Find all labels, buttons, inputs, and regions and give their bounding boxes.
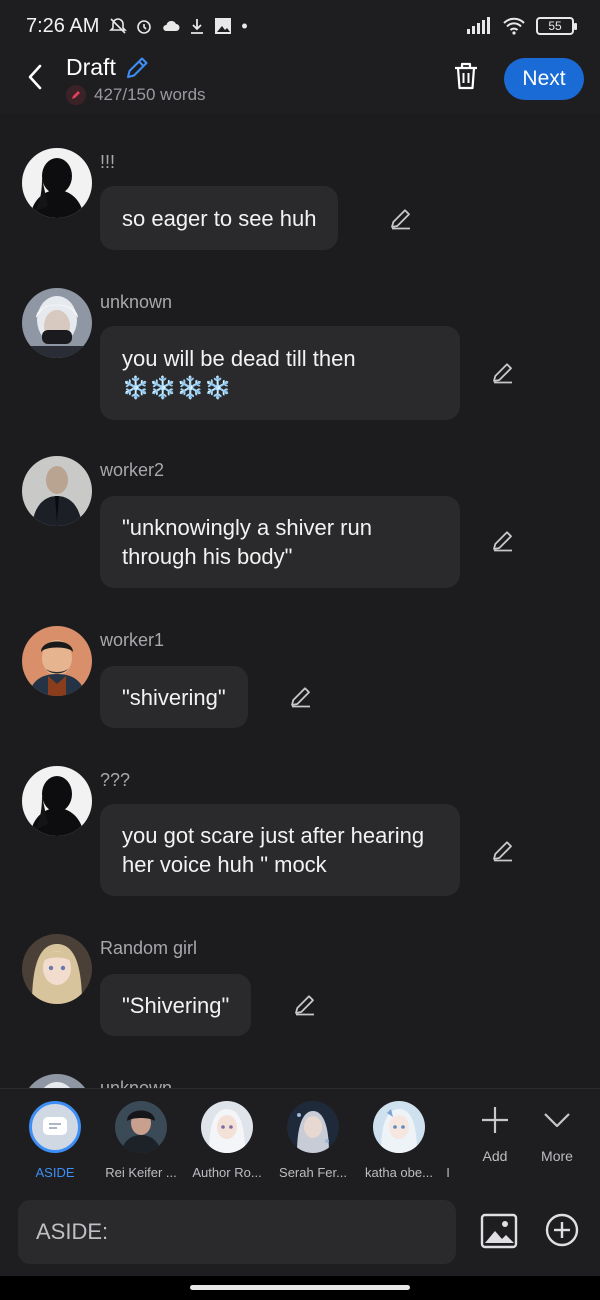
sender-name: unknown bbox=[100, 1078, 173, 1088]
character-chip[interactable]: katha obe... bbox=[356, 1101, 442, 1180]
pencil-icon bbox=[391, 209, 410, 230]
sender-name: worker2 bbox=[100, 460, 165, 480]
character-selector: ASIDE Rei Keifer ... Author Ro... Serah … bbox=[0, 1088, 600, 1188]
avatar[interactable] bbox=[22, 934, 92, 1004]
status-time: 7:26 AM bbox=[26, 14, 100, 37]
sender-name: unknown bbox=[100, 292, 173, 312]
more-button[interactable]: More bbox=[532, 1105, 582, 1164]
avatar[interactable] bbox=[22, 288, 92, 358]
insert-image-button[interactable] bbox=[480, 1212, 518, 1250]
avatar bbox=[201, 1101, 253, 1153]
more-notifications-dot: • bbox=[241, 15, 248, 36]
message-bubble[interactable]: so eager to see huh bbox=[100, 186, 339, 250]
add-character-button[interactable]: Add bbox=[470, 1105, 520, 1164]
home-indicator[interactable] bbox=[190, 1285, 410, 1290]
word-count-pencil-icon bbox=[66, 85, 86, 105]
avatar[interactable] bbox=[22, 766, 92, 836]
status-bar: 7:26 AM • 55 bbox=[0, 0, 600, 52]
aside-icon bbox=[29, 1101, 81, 1153]
avatar[interactable] bbox=[22, 148, 92, 218]
character-chip-partial[interactable]: I bbox=[442, 1101, 454, 1180]
edit-title-icon[interactable] bbox=[124, 55, 150, 81]
pencil-icon bbox=[493, 363, 512, 384]
back-button[interactable] bbox=[20, 62, 50, 92]
circle-plus-icon bbox=[545, 1213, 579, 1247]
title-block: Draft 427/150 words bbox=[66, 54, 206, 105]
character-chip-aside[interactable]: ASIDE bbox=[12, 1101, 98, 1180]
edit-message-button[interactable] bbox=[490, 528, 516, 554]
avatar[interactable] bbox=[22, 456, 92, 526]
photo-app-icon bbox=[215, 18, 232, 34]
character-label: I bbox=[446, 1165, 450, 1180]
download-icon bbox=[191, 19, 204, 34]
cloud-icon bbox=[163, 20, 180, 31]
character-chip[interactable]: Rei Keifer ... bbox=[98, 1101, 184, 1180]
message-bubble[interactable]: "Shivering" bbox=[100, 974, 252, 1036]
more-label: More bbox=[541, 1148, 573, 1164]
edit-message-button[interactable] bbox=[490, 838, 516, 864]
message-list[interactable]: !!! so eager to see huh unknown you will… bbox=[0, 114, 600, 1088]
alarm-icon bbox=[137, 20, 152, 34]
edit-message-button[interactable] bbox=[288, 684, 314, 710]
message-input[interactable] bbox=[18, 1200, 456, 1264]
signal-icon bbox=[467, 17, 490, 34]
top-app-bar: Draft 427/150 words Next bbox=[0, 52, 600, 114]
avatar[interactable] bbox=[22, 626, 92, 696]
battery-icon: 55 bbox=[536, 17, 577, 35]
pencil-icon bbox=[493, 531, 512, 552]
edit-message-button[interactable] bbox=[388, 206, 414, 232]
character-label: Rei Keifer ... bbox=[105, 1165, 177, 1180]
next-button[interactable]: Next bbox=[504, 58, 584, 100]
avatar bbox=[115, 1101, 167, 1153]
message-bubble[interactable]: you got scare just after hearing her voi… bbox=[100, 804, 460, 896]
plus-icon bbox=[482, 1107, 508, 1133]
pencil-icon bbox=[295, 995, 314, 1016]
wifi-icon bbox=[503, 17, 525, 35]
add-button[interactable] bbox=[544, 1212, 580, 1248]
message-bubble[interactable]: "unknowingly a shiver run through his bo… bbox=[100, 496, 460, 588]
back-arrow-icon bbox=[28, 64, 42, 90]
status-notification-icons: • bbox=[109, 15, 248, 37]
message-bubble[interactable]: you will be dead till then ❄️❄️❄️❄️ bbox=[100, 326, 460, 420]
character-chip[interactable]: Author Ro... bbox=[184, 1101, 270, 1180]
word-count: 427/150 words bbox=[94, 85, 206, 104]
chevron-down-icon bbox=[544, 1113, 570, 1128]
image-icon bbox=[480, 1213, 518, 1249]
page-title: Draft bbox=[66, 54, 116, 80]
character-label: katha obe... bbox=[365, 1165, 433, 1180]
battery-level: 55 bbox=[548, 19, 562, 33]
message-bubble[interactable]: "shivering" bbox=[100, 666, 248, 728]
sender-name: Random girl bbox=[100, 938, 198, 958]
add-label: Add bbox=[482, 1148, 508, 1164]
character-chip[interactable]: Serah Fer... bbox=[270, 1101, 356, 1180]
sender-name: ??? bbox=[100, 770, 131, 790]
composer bbox=[0, 1188, 600, 1276]
edit-message-button[interactable] bbox=[490, 360, 516, 386]
character-label: ASIDE bbox=[35, 1165, 75, 1180]
avatar bbox=[287, 1101, 339, 1153]
mute-bell-icon bbox=[109, 18, 128, 34]
edit-message-button[interactable] bbox=[292, 992, 318, 1018]
avatar bbox=[373, 1101, 425, 1153]
avatar[interactable] bbox=[22, 1074, 92, 1088]
trash-icon bbox=[455, 62, 477, 90]
system-nav-bar bbox=[0, 1276, 600, 1300]
sender-name: !!! bbox=[100, 152, 116, 172]
character-label: Serah Fer... bbox=[279, 1165, 347, 1180]
character-label: Author Ro... bbox=[192, 1165, 262, 1180]
delete-button[interactable] bbox=[450, 60, 482, 92]
pencil-icon bbox=[493, 841, 512, 862]
sender-name: worker1 bbox=[100, 630, 165, 650]
pencil-icon bbox=[291, 687, 310, 708]
